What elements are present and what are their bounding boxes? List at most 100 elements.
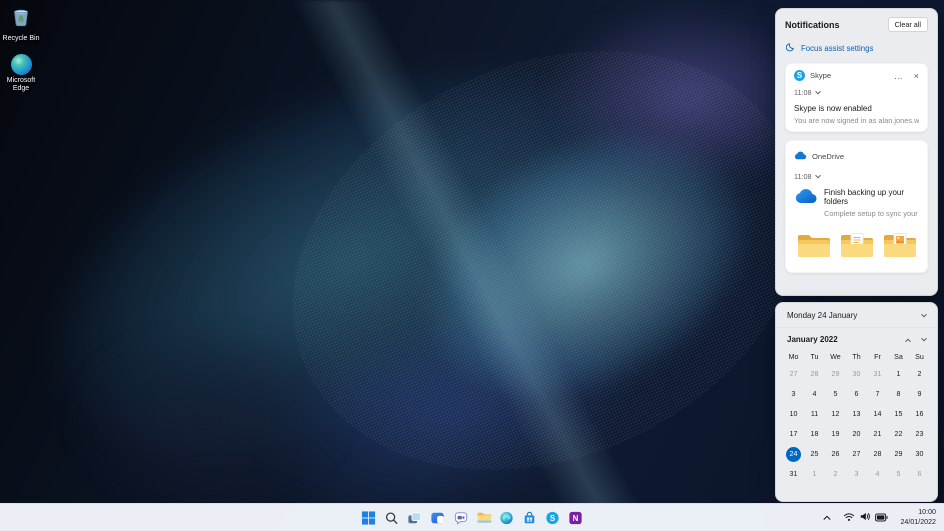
notification-time-row[interactable]: 11:08 (794, 88, 919, 97)
calendar-day[interactable]: 1 (804, 464, 825, 484)
calendar-next-month-icon[interactable] (921, 335, 927, 341)
focus-assist-label: Focus assist settings (801, 44, 873, 53)
calendar-day[interactable]: 26 (825, 444, 846, 464)
notification-app-name: Skype (810, 71, 889, 80)
notification-time-row[interactable]: 11:08 (794, 172, 919, 181)
notification-app-name: OneDrive (812, 152, 919, 161)
notification-body: Complete setup to sync your Documents (824, 209, 919, 218)
calendar-day[interactable]: 29 (888, 444, 909, 464)
calendar-day[interactable]: 30 (846, 364, 867, 384)
calendar-day[interactable]: 15 (888, 404, 909, 424)
notification-body: You are now signed in as alan.jones.wm@h… (794, 116, 919, 125)
onedrive-icon (794, 147, 807, 165)
taskbar-start-button[interactable] (359, 508, 379, 528)
show-hidden-icons-button[interactable] (819, 511, 835, 525)
calendar-day[interactable]: 23 (909, 424, 930, 444)
calendar-day-name: Su (909, 350, 930, 364)
calendar-day[interactable]: 8 (888, 384, 909, 404)
calendar-day[interactable]: 28 (867, 444, 888, 464)
folder-with-document-icon (838, 230, 876, 260)
clock-time: 10:00 (900, 508, 936, 518)
folder-with-picture-icon (881, 230, 919, 260)
calendar-day-name: Th (846, 350, 867, 364)
folder-icon (795, 230, 833, 260)
wifi-icon (843, 510, 855, 525)
calendar-day[interactable]: 7 (867, 384, 888, 404)
calendar-day[interactable]: 27 (783, 364, 804, 384)
calendar-day[interactable]: 30 (909, 444, 930, 464)
calendar-day[interactable]: 11 (804, 404, 825, 424)
calendar-collapse-chevron-icon[interactable] (921, 311, 927, 317)
more-options-icon[interactable]: … (894, 73, 903, 79)
focus-assist-moon-icon (786, 42, 796, 54)
calendar-day[interactable]: 24 (783, 444, 804, 464)
clear-all-button[interactable]: Clear all (888, 17, 928, 32)
notification-card-header: OneDrive (794, 147, 919, 165)
notification-card-onedrive[interactable]: OneDrive 11:08 Finish backing up your fo… (785, 140, 928, 273)
calendar-day[interactable]: 4 (867, 464, 888, 484)
notification-header: Notifications Clear all (785, 17, 928, 32)
taskbar-search-button[interactable] (382, 508, 402, 528)
calendar-day[interactable]: 31 (783, 464, 804, 484)
clock[interactable]: 10:00 24/01/2022 (896, 506, 940, 529)
calendar-day[interactable]: 22 (888, 424, 909, 444)
calendar-day[interactable]: 9 (909, 384, 930, 404)
calendar-day[interactable]: 21 (867, 424, 888, 444)
battery-icon (875, 510, 888, 525)
calendar-day[interactable]: 25 (804, 444, 825, 464)
notification-card-skype[interactable]: S Skype … × 11:08 Skype is now enabled Y… (785, 63, 928, 132)
quick-settings-button[interactable] (840, 508, 891, 527)
taskbar-widgets-button[interactable] (428, 508, 448, 528)
onedrive-folders-illustration (794, 230, 919, 260)
calendar-day[interactable]: 10 (783, 404, 804, 424)
close-icon[interactable]: × (914, 71, 919, 81)
calendar-day[interactable]: 2 (909, 364, 930, 384)
focus-assist-settings-link[interactable]: Focus assist settings (785, 41, 928, 55)
calendar-day[interactable]: 13 (846, 404, 867, 424)
calendar-day[interactable]: 5 (888, 464, 909, 484)
notification-time: 11:08 (794, 172, 811, 181)
desktop-icon-label: Microsoft Edge (0, 77, 44, 94)
calendar-day[interactable]: 17 (783, 424, 804, 444)
calendar-day[interactable]: 14 (867, 404, 888, 424)
calendar-day[interactable]: 18 (804, 424, 825, 444)
calendar-day[interactable]: 5 (825, 384, 846, 404)
calendar-day-name: Tu (804, 350, 825, 364)
taskbar-icons: SN (359, 504, 586, 531)
desktop-icon-recycle-bin[interactable]: Recycle Bin (0, 6, 44, 43)
calendar-day[interactable]: 16 (909, 404, 930, 424)
taskbar-edge-button[interactable] (497, 508, 517, 528)
calendar-date-label: Monday 24 January (787, 311, 857, 320)
calendar-day[interactable]: 19 (825, 424, 846, 444)
calendar-day[interactable]: 3 (846, 464, 867, 484)
calendar-day[interactable]: 4 (804, 384, 825, 404)
calendar-day[interactable]: 6 (909, 464, 930, 484)
calendar-day-name: Mo (783, 350, 804, 364)
calendar-day[interactable]: 6 (846, 384, 867, 404)
calendar-day[interactable]: 20 (846, 424, 867, 444)
calendar-day[interactable]: 3 (783, 384, 804, 404)
taskbar-task-view-button[interactable] (405, 508, 425, 528)
calendar-grid: 2728293031123456789101112131415161718192… (776, 364, 937, 488)
calendar-prev-month-icon[interactable] (905, 338, 911, 344)
desktop-icon-microsoft-edge[interactable]: Microsoft Edge (0, 54, 44, 94)
system-tray: 10:00 24/01/2022 (819, 504, 940, 531)
taskbar-onenote-button[interactable]: N (566, 508, 586, 528)
svg-text:S: S (550, 513, 555, 522)
calendar-header: Monday 24 January (776, 303, 937, 328)
taskbar-skype-button[interactable]: S (543, 508, 563, 528)
wallpaper-layer (19, 292, 397, 531)
notification-title: Skype is now enabled (794, 104, 919, 113)
calendar-day[interactable]: 28 (804, 364, 825, 384)
calendar-day[interactable]: 2 (825, 464, 846, 484)
calendar-flyout: Monday 24 January January 2022 MoTuWeThF… (775, 302, 938, 502)
taskbar-chat-button[interactable] (451, 508, 471, 528)
calendar-day[interactable]: 12 (825, 404, 846, 424)
calendar-day[interactable]: 29 (825, 364, 846, 384)
calendar-day[interactable]: 1 (888, 364, 909, 384)
calendar-day[interactable]: 27 (846, 444, 867, 464)
taskbar-file-explorer-button[interactable] (474, 508, 494, 528)
taskbar-store-button[interactable] (520, 508, 540, 528)
notifications-title: Notifications (785, 20, 840, 30)
calendar-day[interactable]: 31 (867, 364, 888, 384)
